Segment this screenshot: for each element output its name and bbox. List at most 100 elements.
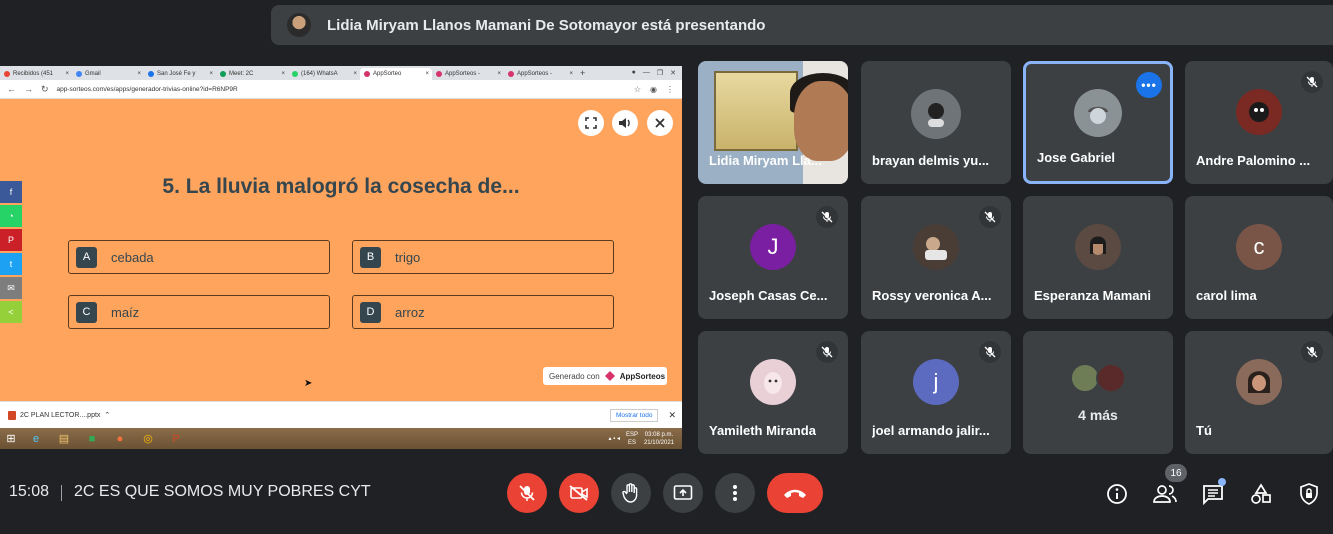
participants-button[interactable] xyxy=(1151,480,1179,508)
back-icon[interactable]: ← xyxy=(7,84,16,95)
download-item[interactable]: 2C PLAN LECTOR....pptx ⌃ xyxy=(0,410,112,420)
browser-tab[interactable]: AppSorteos - × xyxy=(504,68,576,80)
browser-tab[interactable]: AppSorteo × xyxy=(360,68,432,80)
browser-tab[interactable]: Gmail × xyxy=(72,68,144,80)
browser-tab[interactable]: San José Fe y × xyxy=(144,68,216,80)
chat-icon xyxy=(1203,485,1223,505)
language-indicator[interactable]: ESP ES xyxy=(626,431,638,447)
taskbar-clock[interactable]: 03:08 p.m. 21/10/2021 xyxy=(644,431,674,447)
twitter-share-icon[interactable]: t xyxy=(0,253,22,275)
option-a[interactable]: A cebada xyxy=(68,240,330,274)
option-text: trigo xyxy=(395,249,421,265)
generated-with-badge[interactable]: Generado con AppSorteos xyxy=(543,367,667,385)
mic-toggle-button[interactable] xyxy=(507,473,547,513)
browser-tab[interactable]: (164) WhatsA × xyxy=(288,68,360,80)
powerpoint-icon[interactable]: P xyxy=(162,429,190,448)
fullscreen-button[interactable] xyxy=(578,110,604,136)
shared-screen: Recibidos (451 × Gmail × San José Fe y × Meet:… xyxy=(0,66,682,449)
browser-tab[interactable]: AppSorteos - × xyxy=(432,68,504,80)
generated-label: Generado con xyxy=(549,371,600,381)
share-icon[interactable]: < xyxy=(0,301,22,323)
ie-icon[interactable]: e xyxy=(22,429,50,448)
show-all-button[interactable]: Mostrar todo xyxy=(609,408,659,422)
participant-avatar xyxy=(750,359,796,405)
close-window-icon[interactable]: ✕ xyxy=(670,69,676,77)
whatsapp-share-icon[interactable]: ◔ xyxy=(0,205,22,227)
sound-button[interactable] xyxy=(612,110,638,136)
close-downloads-icon[interactable]: ✕ xyxy=(658,410,682,421)
participant-letter-avatar: J xyxy=(750,224,796,270)
meeting-controls-bar: 15:08 2C ES QUE SOMOS MUY POBRES CYT 16 xyxy=(0,464,1333,520)
leave-call-button[interactable] xyxy=(767,473,823,513)
url-field[interactable]: app-sorteos.com/es/apps/generador-trivia… xyxy=(57,86,634,93)
participant-tile[interactable]: Andre Palomino ... xyxy=(1185,61,1333,184)
shield-lock-icon xyxy=(1300,483,1318,505)
mic-off-icon xyxy=(1301,341,1323,363)
activities-button[interactable] xyxy=(1247,480,1275,508)
camera-toggle-button[interactable] xyxy=(559,473,599,513)
raise-hand-button[interactable] xyxy=(611,473,651,513)
menu-kebab-icon[interactable]: ⋮ xyxy=(666,85,674,94)
forward-icon[interactable]: → xyxy=(24,84,33,95)
participant-tile[interactable]: Rossy veronica A... xyxy=(861,196,1011,319)
tab-label: AppSorteos - xyxy=(445,71,481,77)
generated-brand: AppSorteos xyxy=(619,371,666,381)
browser-tab[interactable]: Recibidos (451 × xyxy=(0,68,72,80)
option-d[interactable]: D arroz xyxy=(352,295,614,329)
question-text: 5. La lluvia malogró la cosecha de... xyxy=(162,175,520,198)
option-c[interactable]: C maíz xyxy=(68,295,330,329)
file-explorer-icon[interactable]: ▤ xyxy=(50,429,78,448)
presenter-avatar xyxy=(287,13,311,37)
present-icon xyxy=(673,485,693,500)
participant-tile[interactable]: Lidia Miryam Lla... xyxy=(698,61,848,184)
tab-favicon-icon xyxy=(436,71,442,77)
more-options-button[interactable] xyxy=(715,473,755,513)
present-screen-button[interactable] xyxy=(663,473,703,513)
profile-icon[interactable]: ● xyxy=(632,69,636,77)
minimize-icon[interactable]: — xyxy=(643,69,650,77)
participant-letter-avatar: c xyxy=(1236,224,1282,270)
office-icon[interactable]: ■ xyxy=(78,429,106,448)
participant-tile[interactable]: brayan delmis yu... xyxy=(861,61,1011,184)
more-participants-tile[interactable]: 4 más xyxy=(1023,331,1173,454)
maximize-icon[interactable]: ❐ xyxy=(657,69,663,77)
new-tab-icon[interactable]: + xyxy=(580,68,585,78)
chrome-icon[interactable]: ◎ xyxy=(134,429,162,448)
participant-tile[interactable]: j joel armando jalir... xyxy=(861,331,1011,454)
browser-tab[interactable]: Meet: 2C × xyxy=(216,68,288,80)
reload-icon[interactable]: ↻ xyxy=(41,84,49,95)
tab-close-icon[interactable]: × xyxy=(569,71,576,77)
more-options-icon[interactable]: ••• xyxy=(1136,72,1162,98)
close-trivia-button[interactable] xyxy=(647,110,673,136)
option-b[interactable]: B trigo xyxy=(352,240,614,274)
participant-tile[interactable]: Esperanza Mamani xyxy=(1023,196,1173,319)
participant-tile[interactable]: Yamileth Miranda xyxy=(698,331,848,454)
people-icon xyxy=(1153,485,1177,503)
clock-time: 03:08 p.m. xyxy=(644,431,674,438)
hang-up-icon xyxy=(784,489,806,498)
participant-tile-active[interactable]: ••• Jose Gabriel xyxy=(1023,61,1173,184)
divider xyxy=(61,485,62,501)
browser-tab-bar: Recibidos (451 × Gmail × San José Fe y × Meet:… xyxy=(0,66,682,80)
host-controls-button[interactable] xyxy=(1295,480,1323,508)
participant-name: Andre Palomino ... xyxy=(1196,153,1311,168)
self-tile[interactable]: Tú xyxy=(1185,331,1333,454)
facebook-share-icon[interactable]: f xyxy=(0,181,22,203)
meeting-details-button[interactable] xyxy=(1103,480,1131,508)
participant-tile[interactable]: J Joseph Casas Ce... xyxy=(698,196,848,319)
mouse-cursor-icon: ➤ xyxy=(304,378,313,389)
lang-bottom: ES xyxy=(627,439,636,446)
participant-tile[interactable]: c carol lima xyxy=(1185,196,1333,319)
more-participants-avatars xyxy=(1070,363,1126,393)
pinterest-share-icon[interactable]: P xyxy=(0,229,22,251)
address-bar: ← → ↻ app-sorteos.com/es/apps/generador-… xyxy=(0,80,682,99)
firefox-icon[interactable]: ● xyxy=(106,429,134,448)
tray-icons[interactable]: ▴ ▪ ◂ xyxy=(608,435,619,442)
participant-name: Rossy veronica A... xyxy=(872,288,992,303)
windows-start-icon[interactable]: ⊞ xyxy=(0,428,22,449)
tab-label: AppSorteos - xyxy=(517,71,553,77)
chevron-up-icon[interactable]: ⌃ xyxy=(104,411,110,419)
bookmark-star-icon[interactable]: ☆ xyxy=(634,85,641,94)
profile-avatar-icon[interactable]: ◉ xyxy=(650,85,657,94)
email-share-icon[interactable]: ✉ xyxy=(0,277,22,299)
